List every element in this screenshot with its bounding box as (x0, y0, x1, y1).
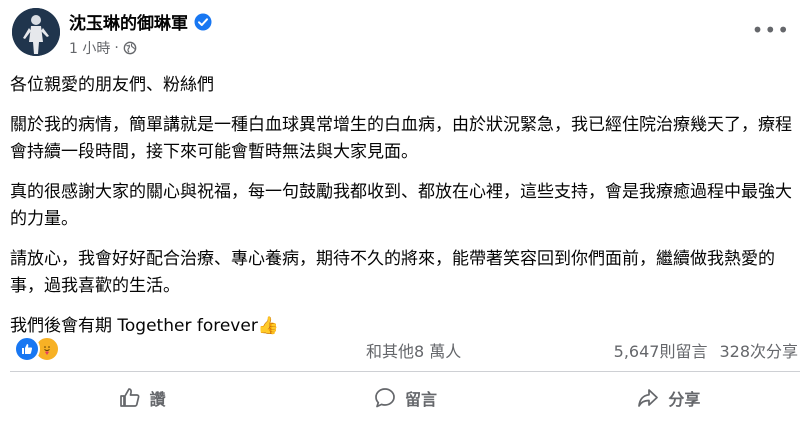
comment-button[interactable]: 留言 (273, 376, 536, 420)
meta-separator: · (114, 40, 119, 56)
reaction-count[interactable]: 和其他8 萬人 (366, 338, 461, 362)
comment-count[interactable]: 5,647則留言 (614, 338, 708, 362)
post-body: 各位親愛的朋友們、粉絲們 關於我的病情，簡單講就是一種白血球異常增生的白血病，由… (10, 72, 795, 353)
divider (10, 371, 800, 372)
verified-badge-icon (194, 13, 212, 30)
post-paragraph: 關於我的病情，簡單講就是一種白血球異常增生的白血病，由於狀況緊急，我已經住院治療… (10, 115, 792, 162)
post-meta: 1 小時 · (69, 38, 137, 58)
comment-label: 留言 (404, 390, 437, 409)
like-label: 讚 (149, 390, 166, 409)
facebook-post-card: 沈玉琳的御琳軍 1 小時 · ••• 各位親愛的朋友們、粉絲們 關於我的病情，簡… (0, 0, 810, 427)
avatar[interactable] (12, 8, 60, 56)
author-name[interactable]: 沈玉琳的御琳軍 (69, 9, 188, 34)
share-arrow-icon (638, 389, 659, 407)
post-paragraph: 真的很感謝大家的關心與祝福，每一句鼓勵我都收到、都放在心裡，這些支持，會是我療癒… (10, 182, 792, 229)
author-row: 沈玉琳的御琳軍 (69, 9, 212, 34)
post-time[interactable]: 1 小時 (69, 38, 110, 58)
share-label: 分享 (668, 390, 701, 409)
reactions-summary: 和其他8 萬人 5,647則留言 328次分享 (14, 336, 798, 362)
engagement-counts: 5,647則留言 328次分享 (614, 338, 798, 362)
post-paragraph: 各位親愛的朋友們、粉絲們 (10, 75, 214, 95)
post-paragraph: 請放心，我會好好配合治療、專心養病，期待不久的將來，能帶著笑容回到你們面前，繼續… (10, 249, 775, 296)
like-reaction-icon (14, 336, 40, 362)
comment-bubble-icon (375, 388, 395, 408)
share-button[interactable]: 分享 (537, 376, 800, 420)
share-count[interactable]: 328次分享 (719, 338, 798, 362)
reaction-icons[interactable] (14, 336, 60, 362)
globe-icon (123, 41, 137, 55)
thumbs-up-icon (119, 388, 140, 407)
action-bar: 讚 留言 分享 (10, 376, 800, 420)
like-button[interactable]: 讚 (10, 376, 273, 420)
more-options-button[interactable]: ••• (752, 18, 790, 42)
